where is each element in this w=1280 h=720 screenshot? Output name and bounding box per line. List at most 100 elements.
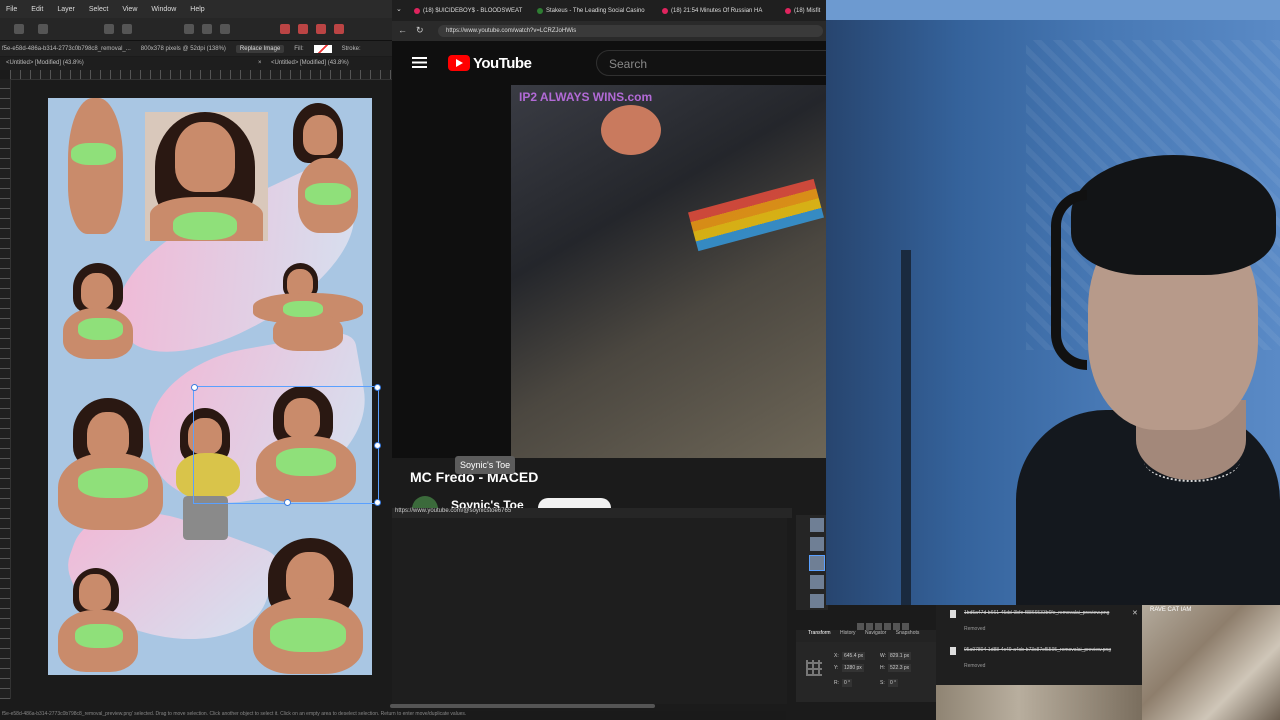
- photo-cutout[interactable]: [243, 263, 368, 351]
- menu-view[interactable]: View: [122, 6, 137, 13]
- layers-panel: [796, 515, 828, 610]
- snapping-icon[interactable]: [122, 24, 132, 34]
- empty-workspace: [392, 518, 787, 704]
- distribute-icon[interactable]: [202, 24, 212, 34]
- boolean-xor-icon[interactable]: [334, 24, 344, 34]
- background-texture: [1142, 605, 1280, 720]
- photo-cutout[interactable]: [248, 538, 368, 674]
- download-status: Removed: [964, 626, 986, 632]
- file-info: f5e-e58d-486a-b314-2773c0b798c8_removal_…: [2, 45, 131, 52]
- add-layer-icon[interactable]: [857, 623, 864, 630]
- fx-icon[interactable]: [884, 623, 891, 630]
- tab-title: Stakeus - The Leading Social Casino: [546, 7, 645, 14]
- download-filename: 1bd5a47d-b661-45dd-9bfe-f8866533b6fe_rem…: [964, 610, 1110, 616]
- shear-field[interactable]: 0 °: [888, 679, 899, 687]
- persona-icon[interactable]: [14, 24, 24, 34]
- y-field[interactable]: 1280 px: [842, 664, 864, 672]
- photo-cutout[interactable]: [53, 98, 133, 234]
- photo-cutout[interactable]: [145, 112, 268, 241]
- mask-icon[interactable]: [866, 623, 873, 630]
- photo-cutout[interactable]: [53, 263, 133, 359]
- h-field[interactable]: 522.3 px: [888, 664, 912, 672]
- tab-snapshots[interactable]: Snapshots: [896, 630, 920, 636]
- boolean-subtract-icon[interactable]: [298, 24, 308, 34]
- youtube-logo-icon[interactable]: [448, 55, 470, 71]
- download-status: Removed: [964, 663, 986, 669]
- adjustment-icon[interactable]: [875, 623, 882, 630]
- photo-cutout[interactable]: [53, 398, 168, 530]
- tab-title: (18) $UICIDEBOY$ - BLOODSWEAT: [423, 7, 523, 14]
- photo-cutout[interactable]: [263, 103, 363, 233]
- boolean-icon[interactable]: [280, 24, 290, 34]
- layer-thumbnail-selected[interactable]: [809, 555, 825, 571]
- layer-panel-icons: [857, 617, 937, 630]
- menu-layer[interactable]: Layer: [57, 6, 75, 13]
- group-icon[interactable]: [893, 623, 900, 630]
- doc-tab-1[interactable]: <Untitled> [Modified] (43.8%): [6, 60, 84, 66]
- grid-icon[interactable]: [38, 24, 48, 34]
- x-label: X:: [834, 653, 839, 659]
- photo-cutout[interactable]: [53, 568, 143, 672]
- subscribe-button[interactable]: [538, 498, 611, 508]
- channel-name[interactable]: Soynic's Toe: [451, 498, 524, 508]
- reload-icon[interactable]: ↻: [416, 25, 424, 36]
- tab-list-chevron-icon[interactable]: ⌄: [396, 5, 402, 13]
- doc-tab-2[interactable]: <Untitled> [Modified] (43.8%): [271, 60, 349, 66]
- menu-help[interactable]: Help: [190, 6, 204, 13]
- tab-transform[interactable]: Transform: [808, 630, 831, 636]
- tab-navigator[interactable]: Navigator: [865, 630, 886, 636]
- horizontal-scrollbar[interactable]: [390, 704, 655, 708]
- menu-window[interactable]: Window: [151, 6, 176, 13]
- resize-handle[interactable]: [191, 384, 198, 391]
- y-label: Y:: [834, 665, 839, 671]
- resize-handle[interactable]: [284, 499, 291, 506]
- editor-status-bar: f5e-e58d-486a-b314-2773c0b798c8_removal_…: [0, 711, 786, 720]
- resize-handle[interactable]: [374, 384, 381, 391]
- browser-tab[interactable]: (18) Misfit: [785, 4, 826, 17]
- layer-thumbnail[interactable]: [810, 537, 824, 551]
- video-watermark: IP2 ALWAYS WINS.com: [519, 90, 653, 104]
- search-input[interactable]: Search: [596, 50, 836, 76]
- boolean-intersect-icon[interactable]: [316, 24, 326, 34]
- browser-tab[interactable]: (18) $UICIDEBOY$ - BLOODSWEAT: [414, 4, 542, 17]
- layer-thumbnail[interactable]: [810, 575, 824, 589]
- browser-tab[interactable]: Stakeus - The Leading Social Casino: [537, 4, 657, 17]
- selection-bounding-box[interactable]: [191, 384, 381, 506]
- youtube-logo-text[interactable]: YouTube: [473, 55, 532, 72]
- browser-tab[interactable]: (18) 21:54 Minutes Of Russian HA: [662, 4, 782, 17]
- doc-tab-close-icon[interactable]: ×: [258, 60, 262, 66]
- file-icon: [950, 610, 956, 618]
- editor-toolbar: [0, 18, 392, 41]
- tab-favicon-icon: [537, 7, 543, 14]
- resize-handle[interactable]: [374, 442, 381, 449]
- back-icon[interactable]: ←: [398, 25, 407, 35]
- menu-select[interactable]: Select: [89, 6, 108, 13]
- x-field[interactable]: 645.4 px: [842, 652, 866, 660]
- menu-file[interactable]: File: [6, 6, 17, 13]
- rotation-label: R:: [834, 680, 839, 686]
- arrange-icon[interactable]: [220, 24, 230, 34]
- close-icon[interactable]: ✕: [1132, 609, 1138, 617]
- resize-handle[interactable]: [374, 499, 381, 506]
- layer-thumbnail[interactable]: [810, 518, 824, 532]
- stream-overlay-tag: RAVE CAT IAM: [1150, 607, 1192, 613]
- editor-menubar: File Edit Layer Select View Window Help: [0, 0, 392, 18]
- tab-title: (18) Misfit: [794, 7, 821, 14]
- address-bar[interactable]: https://www.youtube.com/watch?v=LCRZJoHW…: [438, 25, 823, 37]
- rotation-field[interactable]: 0 °: [842, 679, 853, 687]
- fill-swatch[interactable]: [313, 44, 332, 53]
- menu-icon[interactable]: [412, 57, 427, 68]
- settings-icon[interactable]: [104, 24, 114, 34]
- layer-thumbnail[interactable]: [810, 594, 824, 608]
- video-frame[interactable]: [511, 85, 826, 458]
- menu-edit[interactable]: Edit: [31, 6, 43, 13]
- delete-layer-icon[interactable]: [902, 623, 909, 630]
- horizontal-ruler: [10, 70, 392, 80]
- download-filename: 95a97804-1d88-4c49-a4cb-b73c87cf5595_rem…: [964, 647, 1112, 653]
- align-icon[interactable]: [184, 24, 194, 34]
- tab-history[interactable]: History: [840, 630, 856, 636]
- anchor-grid[interactable]: [806, 660, 822, 676]
- vertical-ruler: [0, 79, 11, 699]
- w-field[interactable]: 829.1 px: [888, 652, 912, 660]
- replace-image-button[interactable]: Replace Image: [235, 44, 285, 53]
